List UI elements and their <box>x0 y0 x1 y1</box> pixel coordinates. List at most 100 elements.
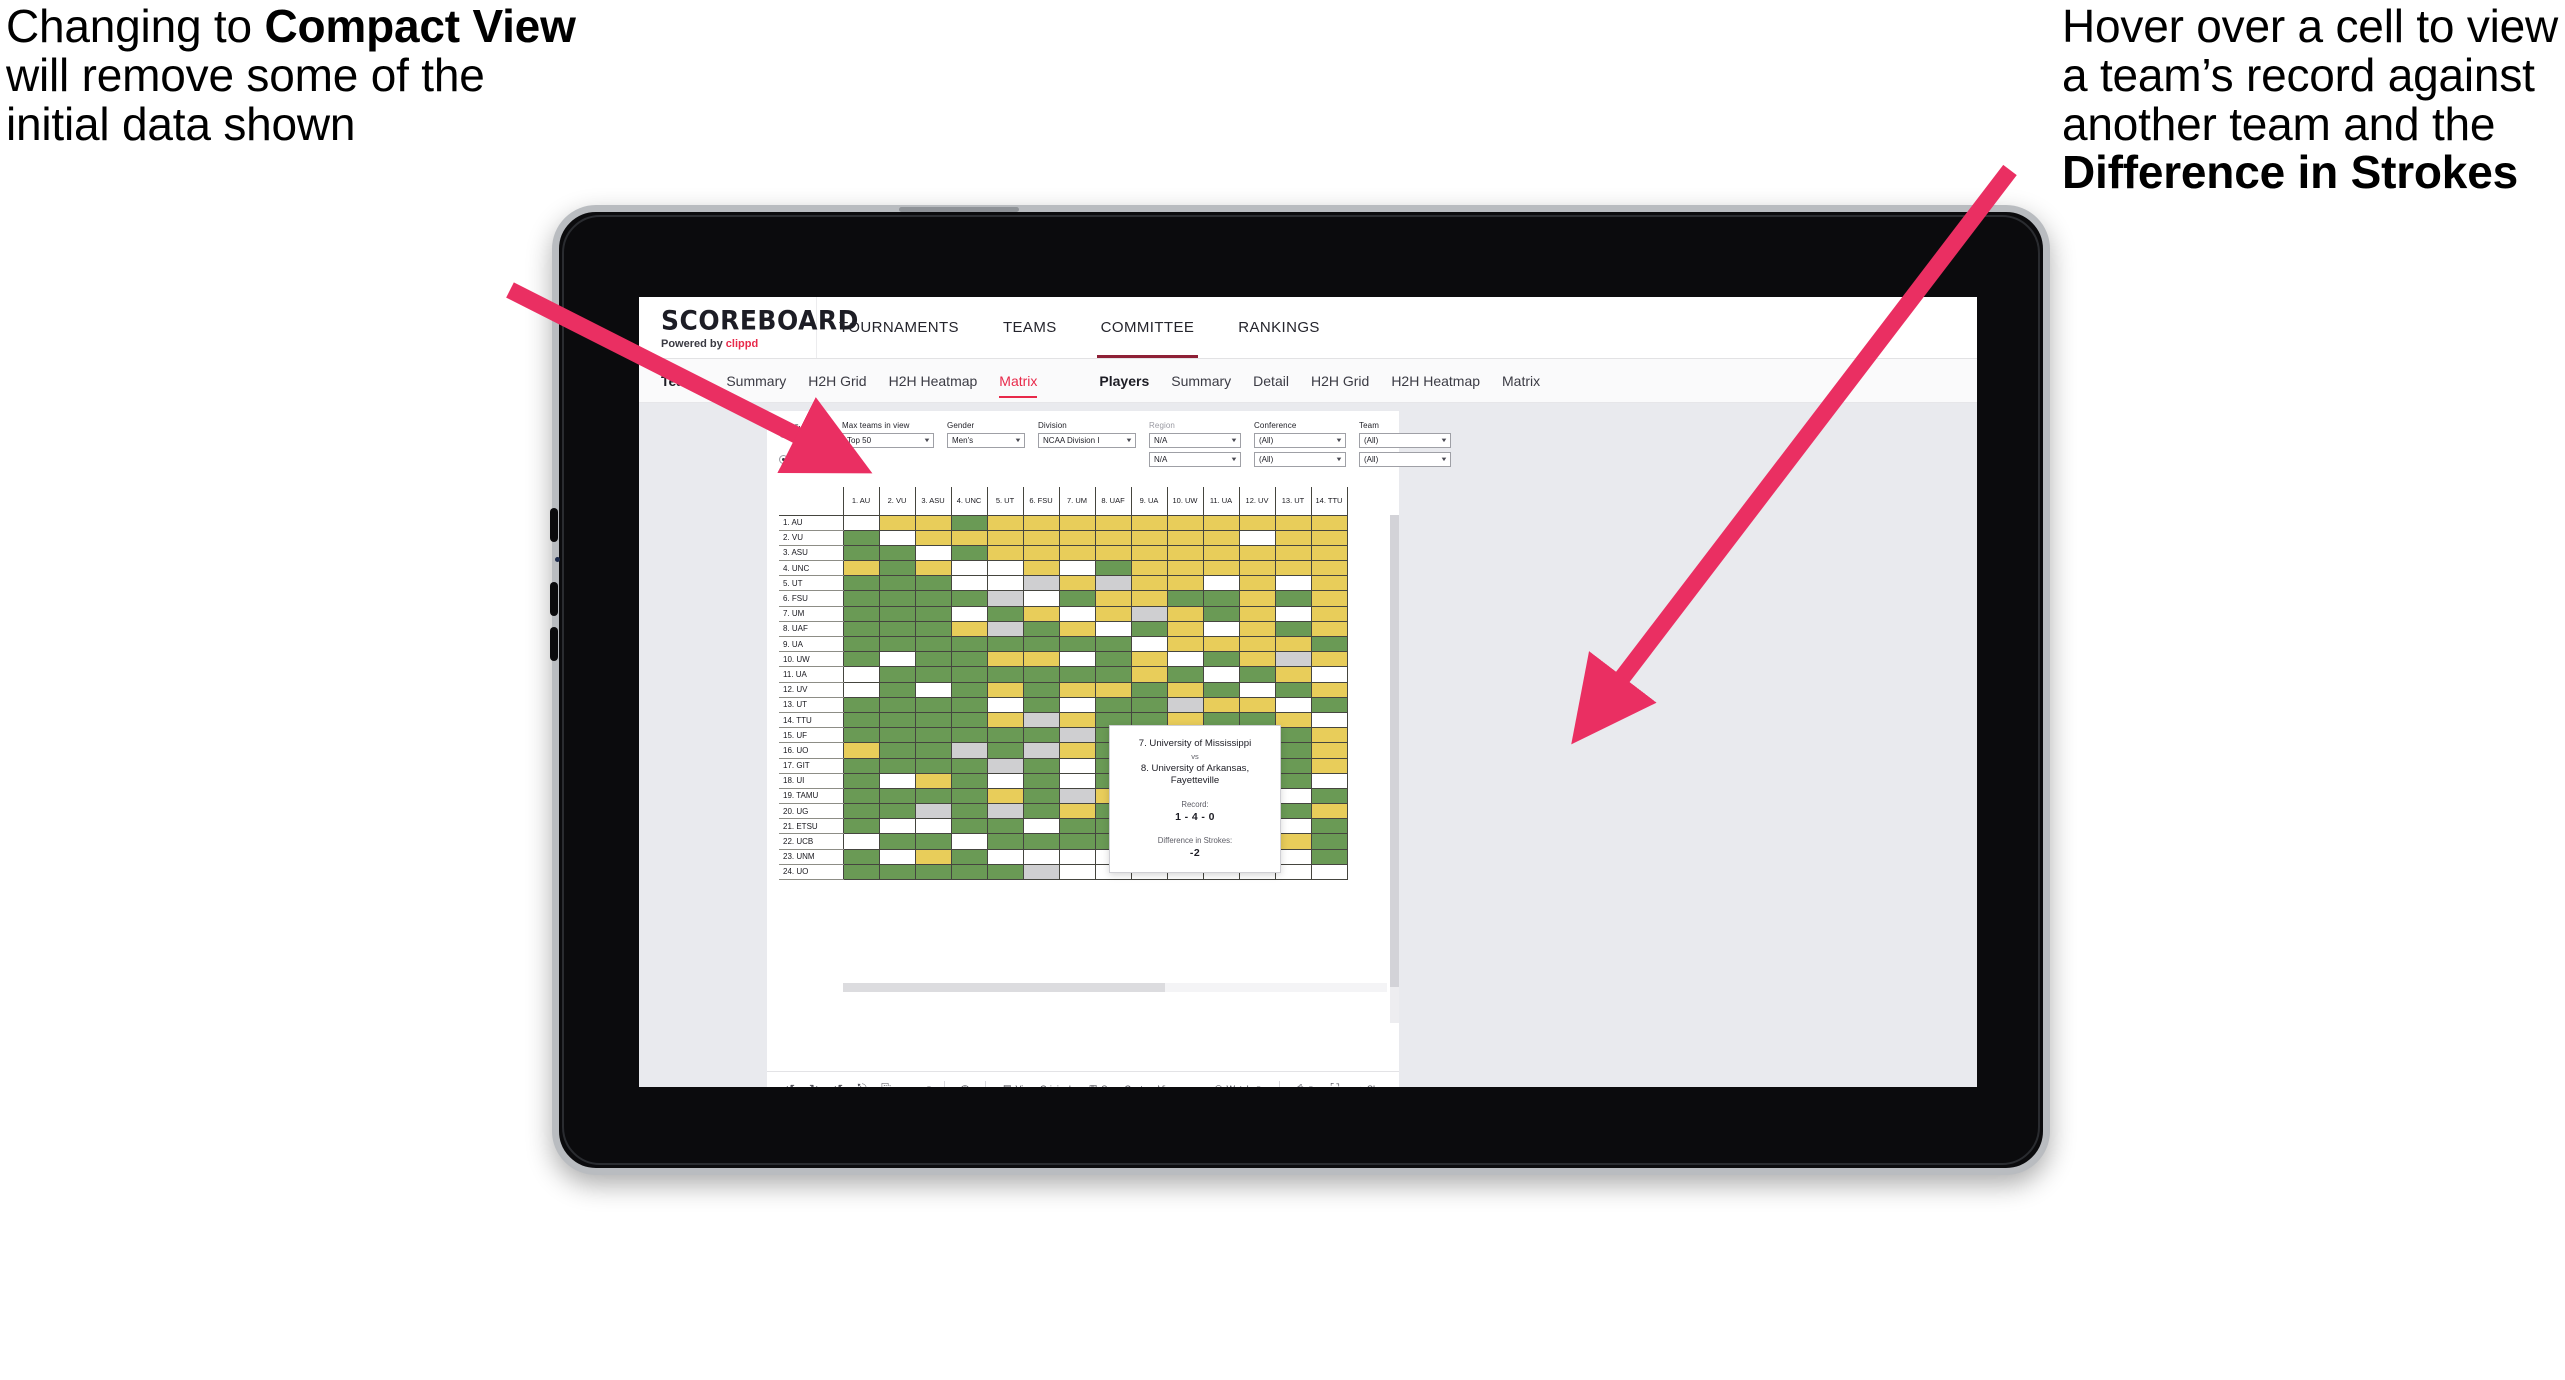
matrix-cell[interactable] <box>878 787 916 805</box>
matrix-cell[interactable] <box>950 818 988 835</box>
matrix-cell[interactable] <box>1022 605 1060 622</box>
matrix-cell[interactable] <box>914 742 952 759</box>
subnav-players-detail[interactable]: Detail <box>1253 373 1289 389</box>
matrix-cell[interactable] <box>1310 833 1348 850</box>
matrix-cell[interactable] <box>1094 681 1132 698</box>
matrix-cell[interactable] <box>986 514 1024 531</box>
matrix-cell[interactable] <box>1238 651 1276 668</box>
matrix-cell[interactable] <box>1274 681 1312 698</box>
matrix-cell[interactable] <box>1094 560 1132 577</box>
matrix-cell[interactable] <box>914 757 952 774</box>
matrix-cell[interactable] <box>1022 635 1060 653</box>
matrix-cell[interactable] <box>842 696 880 713</box>
matrix-cell[interactable] <box>1310 787 1348 805</box>
matrix-cell[interactable] <box>842 772 880 789</box>
matrix-cell[interactable] <box>1130 651 1168 668</box>
matrix-cell[interactable] <box>1022 620 1060 638</box>
matrix-cell[interactable] <box>1238 544 1276 562</box>
matrix-cell[interactable] <box>1274 635 1312 653</box>
history-clock-icon[interactable]: ◷ <box>954 1078 976 1088</box>
matrix-cell[interactable] <box>1166 666 1204 683</box>
matrix-cell[interactable] <box>1022 666 1060 683</box>
matrix-cell[interactable] <box>1094 544 1132 562</box>
matrix-cell[interactable] <box>1166 635 1204 653</box>
matrix-cell[interactable] <box>842 803 880 820</box>
matrix-cell[interactable] <box>986 696 1024 713</box>
matrix-cell[interactable] <box>1310 681 1348 698</box>
filter-region-select-2[interactable]: N/A ▼ <box>1149 452 1242 467</box>
matrix-cell[interactable] <box>950 833 988 850</box>
matrix-cell[interactable] <box>878 848 916 865</box>
matrix-cell[interactable] <box>1310 635 1348 653</box>
matrix-cell[interactable] <box>914 620 952 638</box>
matrix-cell[interactable] <box>950 590 988 607</box>
matrix-cell[interactable] <box>1166 560 1204 577</box>
matrix-cell[interactable] <box>1202 544 1240 562</box>
matrix-cell[interactable] <box>950 666 988 683</box>
matrix-cell[interactable] <box>1238 529 1276 546</box>
matrix-cell[interactable] <box>842 590 880 607</box>
matrix-cell[interactable] <box>950 863 988 881</box>
matrix-cell[interactable] <box>1022 544 1060 562</box>
matrix-cell[interactable] <box>1202 529 1240 546</box>
matrix-cell[interactable] <box>914 575 952 592</box>
matrix-cell[interactable] <box>1130 666 1168 683</box>
matrix-cell[interactable] <box>950 514 988 531</box>
matrix-cell[interactable] <box>878 711 916 729</box>
matrix-cell[interactable] <box>1238 575 1276 592</box>
matrix-cell[interactable] <box>1022 818 1060 835</box>
matrix-cell[interactable] <box>1130 635 1168 653</box>
matrix-cell[interactable] <box>914 590 952 607</box>
matrix-cell[interactable] <box>842 514 880 531</box>
matrix-cell[interactable] <box>986 590 1024 607</box>
matrix-cell[interactable] <box>950 757 988 774</box>
matrix-cell[interactable] <box>1166 651 1204 668</box>
matrix-cell[interactable] <box>914 818 952 835</box>
matrix-cell[interactable] <box>1022 833 1060 850</box>
matrix-cell[interactable] <box>1310 560 1348 577</box>
matrix-cell[interactable] <box>1058 560 1096 577</box>
matrix-cell[interactable] <box>1202 635 1240 653</box>
matrix-cell[interactable] <box>1310 529 1348 546</box>
revert-icon[interactable]: ↺ <box>827 1078 849 1088</box>
subnav-players-h2h-grid[interactable]: H2H Grid <box>1311 373 1369 389</box>
matrix-cell[interactable] <box>914 787 952 805</box>
matrix-cell[interactable] <box>914 863 952 881</box>
matrix-cell[interactable] <box>842 620 880 638</box>
matrix-cell[interactable] <box>1166 681 1204 698</box>
matrix-cell[interactable] <box>842 544 880 562</box>
matrix-cell[interactable] <box>1022 529 1060 546</box>
matrix-cell[interactable] <box>842 818 880 835</box>
matrix-cell[interactable] <box>1166 620 1204 638</box>
matrix-vertical-scroll-thumb[interactable] <box>1390 515 1399 987</box>
matrix-cell[interactable] <box>1058 696 1096 713</box>
matrix-cell[interactable] <box>1238 696 1276 713</box>
matrix-cell[interactable] <box>1130 605 1168 622</box>
matrix-cell[interactable] <box>1274 514 1312 531</box>
redo-icon[interactable]: ↻ <box>803 1078 825 1088</box>
matrix-cell[interactable] <box>1310 803 1348 820</box>
matrix-cell[interactable] <box>950 544 988 562</box>
matrix-cell[interactable] <box>914 681 952 698</box>
topnav-item-tournaments[interactable]: TOURNAMENTS <box>817 297 981 358</box>
matrix-cell[interactable] <box>1274 666 1312 683</box>
matrix-cell[interactable] <box>1238 681 1276 698</box>
filter-conference-select-2[interactable]: (All) ▼ <box>1254 452 1347 467</box>
matrix-cell[interactable] <box>1022 560 1060 577</box>
matrix-cell[interactable] <box>842 727 880 744</box>
watch-button[interactable]: ◎ Watch ▼ <box>1207 1083 1270 1087</box>
tablet-button-volume-up[interactable] <box>550 582 558 616</box>
matrix-cell[interactable] <box>986 635 1024 653</box>
filter-division-select[interactable]: NCAA Division I ▼ <box>1038 433 1137 448</box>
matrix-cell[interactable] <box>878 666 916 683</box>
matrix-cell[interactable] <box>1202 620 1240 638</box>
matrix-cell[interactable] <box>842 848 880 865</box>
matrix-cell[interactable] <box>986 666 1024 683</box>
matrix-cell[interactable] <box>1202 514 1240 531</box>
matrix-cell[interactable] <box>1202 605 1240 622</box>
matrix-cell[interactable] <box>878 863 916 881</box>
subnav-teams-summary[interactable]: Summary <box>726 373 786 389</box>
matrix-cell[interactable] <box>1022 787 1060 805</box>
matrix-cell[interactable] <box>842 833 880 850</box>
matrix-cell[interactable] <box>1058 620 1096 638</box>
